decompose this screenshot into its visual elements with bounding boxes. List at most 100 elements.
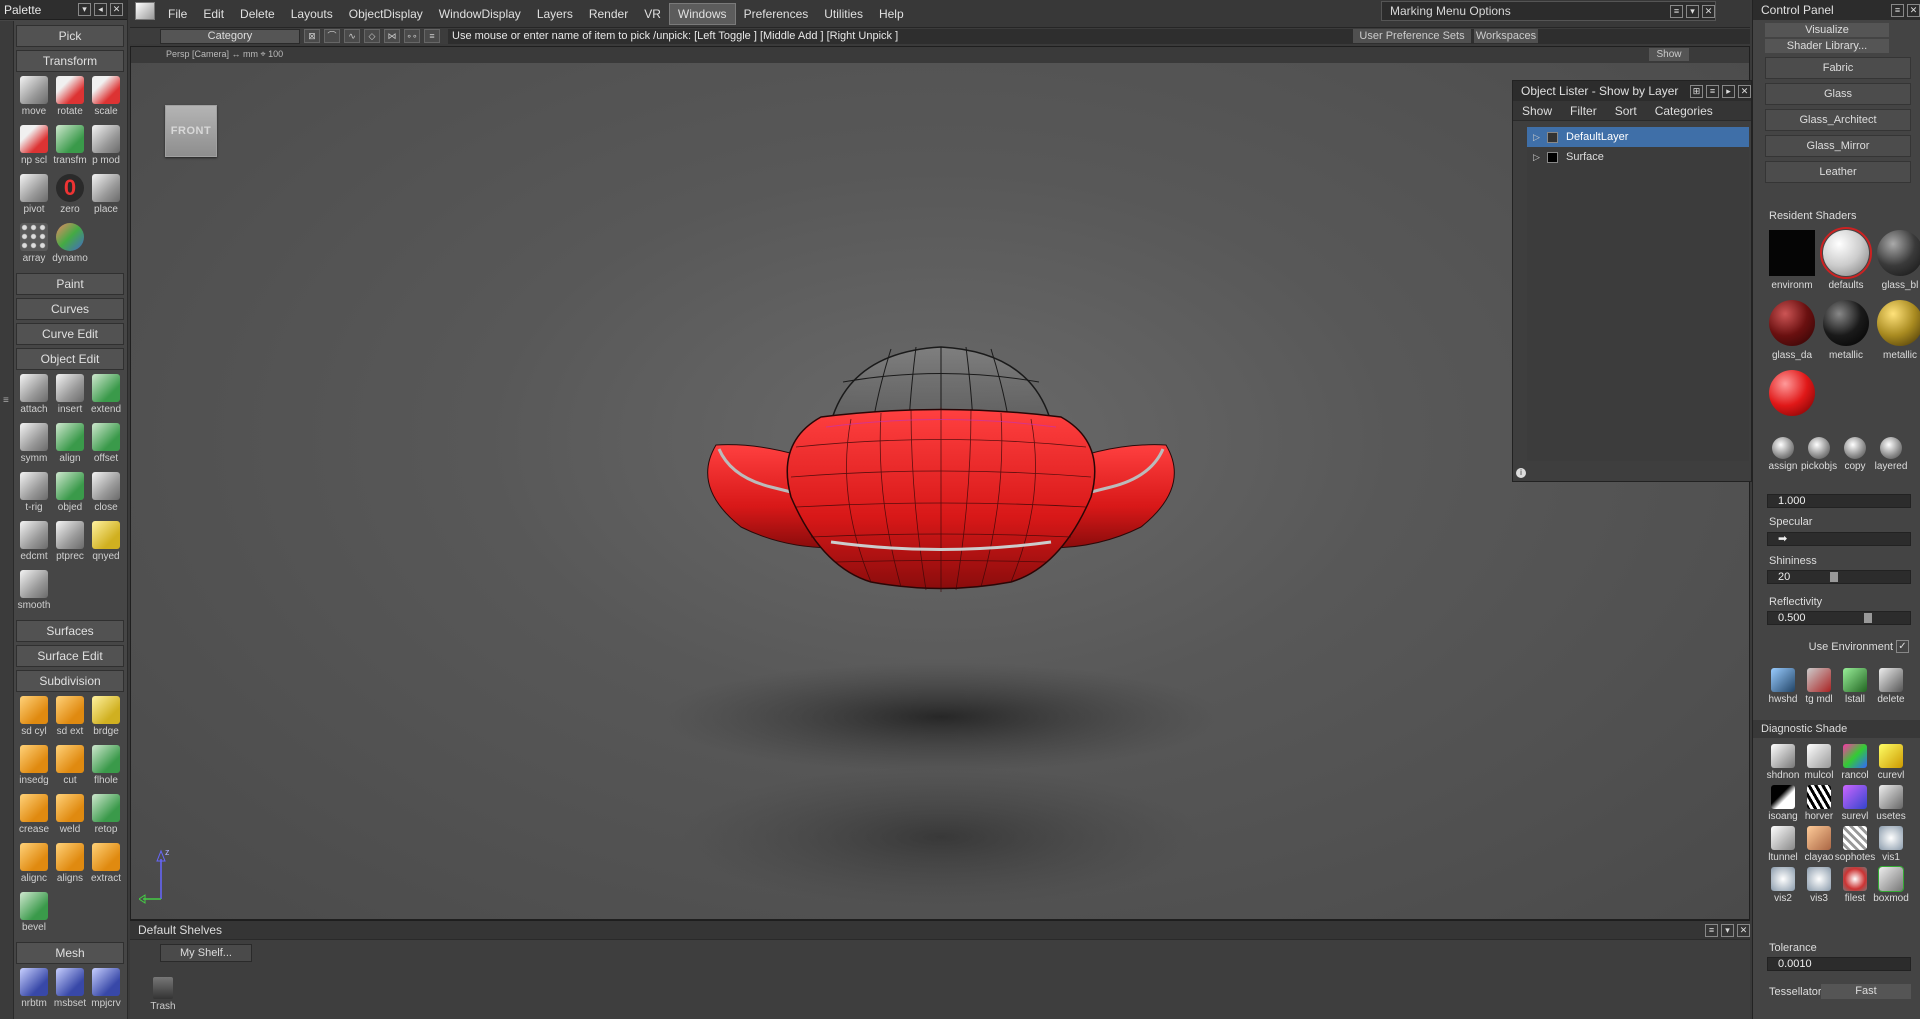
library-leather[interactable]: Leather bbox=[1765, 161, 1911, 183]
tool-p-mod[interactable]: p mod bbox=[88, 125, 124, 171]
layer-row-surface[interactable]: ▷ Surface bbox=[1527, 147, 1749, 167]
ol-menu-icon[interactable]: ≡ bbox=[1706, 84, 1719, 98]
shininess-slider[interactable] bbox=[1830, 572, 1838, 582]
tool-bevel[interactable]: bevel bbox=[16, 892, 52, 938]
grip-icon[interactable]: ≡ bbox=[3, 395, 11, 406]
section-mesh[interactable]: Mesh bbox=[16, 942, 124, 964]
menu-layouts[interactable]: Layouts bbox=[283, 3, 341, 25]
palette-menu-icon[interactable]: ▾ bbox=[78, 3, 91, 16]
tool-sd-ext[interactable]: sd ext bbox=[52, 696, 88, 742]
tool-sophotes[interactable]: sophotes bbox=[1835, 826, 1875, 863]
tool-vis1[interactable]: vis1 bbox=[1873, 826, 1909, 863]
expand-triangle-icon[interactable]: ▷ bbox=[1533, 152, 1543, 163]
tool-insert[interactable]: insert bbox=[52, 374, 88, 420]
pick-object-icon[interactable]: ⊠ bbox=[304, 29, 320, 43]
tool-clayao[interactable]: clayao bbox=[1801, 826, 1837, 863]
tool-symm[interactable]: symm bbox=[16, 423, 52, 469]
shader-defaults[interactable]: defaults bbox=[1819, 227, 1873, 298]
tool-pickobjs[interactable]: pickobjs bbox=[1801, 437, 1837, 472]
info-icon[interactable]: i bbox=[1516, 468, 1526, 478]
tool-mpjcrv[interactable]: mpjcrv bbox=[88, 968, 124, 1014]
tool-retop[interactable]: retop bbox=[88, 794, 124, 840]
tool-curevl[interactable]: curevl bbox=[1873, 744, 1909, 781]
menu-objectdisplay[interactable]: ObjectDisplay bbox=[341, 3, 431, 25]
tool-ltunnel[interactable]: ltunnel bbox=[1765, 826, 1801, 863]
menu-edit[interactable]: Edit bbox=[195, 3, 232, 25]
tool-crease[interactable]: crease bbox=[16, 794, 52, 840]
tool-cut[interactable]: cut bbox=[52, 745, 88, 791]
section-object-edit[interactable]: Object Edit bbox=[16, 348, 124, 370]
tool-delete[interactable]: delete bbox=[1873, 668, 1909, 705]
app-icon[interactable] bbox=[132, 0, 160, 28]
shader-metallic-dark[interactable]: metallic bbox=[1819, 300, 1873, 368]
ol-close-icon[interactable]: ✕ bbox=[1738, 84, 1751, 98]
section-curves[interactable]: Curves bbox=[16, 298, 124, 320]
section-pick[interactable]: Pick bbox=[16, 25, 124, 47]
library-glass-mirror[interactable]: Glass_Mirror bbox=[1765, 135, 1911, 157]
pick-curve-icon[interactable]: ∿ bbox=[344, 29, 360, 43]
tool-extend[interactable]: extend bbox=[88, 374, 124, 420]
tool-copy[interactable]: copy bbox=[1837, 437, 1873, 472]
tool-layered[interactable]: layered bbox=[1873, 437, 1909, 472]
menu-windowdisplay[interactable]: WindowDisplay bbox=[431, 3, 529, 25]
shader-metallic-gold[interactable]: metallic bbox=[1873, 300, 1920, 368]
ol-expand-icon[interactable]: ⊞ bbox=[1690, 84, 1703, 98]
tool-mulcol[interactable]: mulcol bbox=[1801, 744, 1837, 781]
category-dropdown[interactable]: Category bbox=[160, 28, 300, 44]
cp-close-icon[interactable]: ✕ bbox=[1907, 3, 1920, 17]
shelves-dropdown-icon[interactable]: ▾ bbox=[1721, 923, 1734, 937]
workspaces-button[interactable]: Workspaces bbox=[1474, 29, 1538, 43]
tool-insedg[interactable]: insedg bbox=[16, 745, 52, 791]
command-prompt[interactable]: Use mouse or enter name of item to pick … bbox=[448, 28, 1750, 44]
shader-red[interactable] bbox=[1765, 370, 1819, 438]
tab-my-shelf[interactable]: My Shelf... bbox=[160, 944, 252, 962]
tool-edcmt[interactable]: edcmt bbox=[16, 521, 52, 567]
shader-library-button[interactable]: Shader Library... bbox=[1765, 39, 1889, 53]
expand-triangle-icon[interactable]: ▷ bbox=[1533, 132, 1543, 143]
menu-delete[interactable]: Delete bbox=[232, 3, 283, 25]
tool-tg-mdl[interactable]: tg mdl bbox=[1801, 668, 1837, 705]
mm-close-icon[interactable]: ✕ bbox=[1702, 4, 1715, 18]
section-subdivision[interactable]: Subdivision bbox=[16, 670, 124, 692]
shader-glass-bl[interactable]: glass_bl bbox=[1873, 230, 1920, 298]
tool-ptprec[interactable]: ptprec bbox=[52, 521, 88, 567]
tool-smooth[interactable]: smooth bbox=[16, 570, 52, 616]
section-transform[interactable]: Transform bbox=[16, 50, 124, 72]
menu-vr[interactable]: VR bbox=[636, 3, 669, 25]
menu-render[interactable]: Render bbox=[581, 3, 636, 25]
tool-extract[interactable]: extract bbox=[88, 843, 124, 889]
pick-template-icon[interactable]: ⋈ bbox=[384, 29, 400, 43]
tool-move[interactable]: move bbox=[16, 76, 52, 122]
tool-boxmod[interactable]: boxmod bbox=[1873, 866, 1909, 904]
layer-row-defaultlayer[interactable]: ▷ DefaultLayer bbox=[1527, 127, 1749, 147]
tool-qnyed[interactable]: qnyed bbox=[88, 521, 124, 567]
tool-dynamo[interactable]: dynamo bbox=[52, 223, 88, 269]
specular-field[interactable]: ➡ bbox=[1767, 532, 1911, 546]
section-curve-edit[interactable]: Curve Edit bbox=[16, 323, 124, 345]
tool-vis2[interactable]: vis2 bbox=[1765, 867, 1801, 904]
shelves-close-icon[interactable]: ✕ bbox=[1737, 923, 1750, 937]
tolerance-field[interactable]: 0.0010 bbox=[1767, 957, 1911, 971]
tool-usetes[interactable]: usetes bbox=[1873, 785, 1909, 822]
tool-aligns[interactable]: aligns bbox=[52, 843, 88, 889]
library-fabric[interactable]: Fabric bbox=[1765, 57, 1911, 79]
tool-msbset[interactable]: msbset bbox=[52, 968, 88, 1014]
tool-np-scl[interactable]: np scl bbox=[16, 125, 52, 171]
pick-cv-icon[interactable]: ⌒ bbox=[324, 29, 340, 43]
tool-array[interactable]: array bbox=[16, 223, 52, 269]
use-environment-checkbox[interactable]: ✓ bbox=[1896, 640, 1909, 653]
shader-environment[interactable]: environm bbox=[1765, 230, 1819, 298]
tool-vis3[interactable]: vis3 bbox=[1801, 867, 1837, 904]
reflectivity-slider[interactable] bbox=[1864, 613, 1872, 623]
cp-menu-icon[interactable]: ≡ bbox=[1891, 3, 1904, 17]
use-environment-row[interactable]: Use Environment ✓ bbox=[1783, 640, 1909, 653]
tool-scale[interactable]: scale bbox=[88, 76, 124, 122]
tool-attach[interactable]: attach bbox=[16, 374, 52, 420]
menu-layers[interactable]: Layers bbox=[529, 3, 581, 25]
menu-preferences[interactable]: Preferences bbox=[736, 3, 817, 25]
mm-dropdown-icon[interactable]: ▾ bbox=[1686, 4, 1699, 18]
tool-pivot[interactable]: pivot bbox=[16, 174, 52, 220]
list-icon[interactable]: ≡ bbox=[424, 29, 440, 43]
tool-weld[interactable]: weld bbox=[52, 794, 88, 840]
section-surface-edit[interactable]: Surface Edit bbox=[16, 645, 124, 667]
